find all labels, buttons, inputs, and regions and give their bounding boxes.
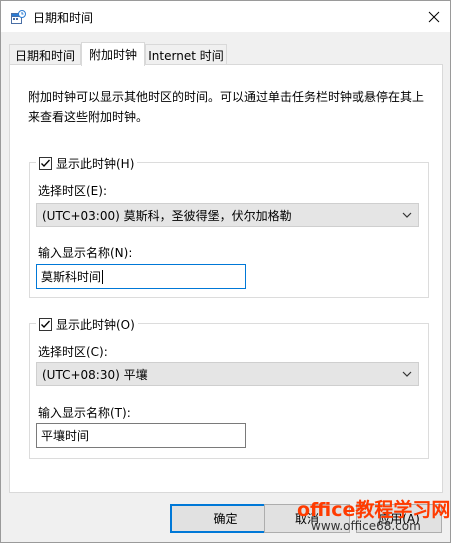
clock1-timezone-select[interactable]: (UTC+03:00) 莫斯科，圣彼得堡，伏尔加格勒	[36, 203, 419, 227]
tab-label: 附加时钟	[88, 48, 137, 62]
description-text: 附加时钟可以显示其他时区的时间。可以通过单击任务栏时钟或悬停在其上来查看这些附加…	[28, 90, 425, 124]
clock-app-icon	[11, 10, 26, 24]
close-icon	[428, 11, 439, 22]
title-bar: 日期和时间	[1, 1, 450, 32]
clock1-name-input[interactable]: 莫斯科时间	[36, 264, 246, 289]
window-title: 日期和时间	[33, 11, 94, 25]
clock2-group: 显示此时钟(O) 选择时区(C): (UTC+08:30) 平壤 输入显示名称(…	[29, 315, 429, 459]
additional-clocks-panel: 附加时钟可以显示其他时区的时间。可以通过单击任务栏时钟或悬停在其上来查看这些附加…	[9, 64, 443, 493]
clock2-timezone-select[interactable]: (UTC+08:30) 平壤	[36, 362, 419, 386]
tab-internet-time[interactable]: Internet 时间	[145, 44, 227, 65]
cancel-button-label: 取消	[294, 512, 319, 526]
clock1-name-label: 输入显示名称(N):	[38, 246, 133, 260]
clock2-show-checkbox[interactable]: 显示此时钟(O)	[36, 315, 138, 333]
close-button[interactable]	[417, 1, 450, 32]
clock2-timezone-label: 选择时区(C):	[38, 345, 108, 359]
date-time-dialog: 日期和时间 日期和时间 附加时钟 Internet 时间 附加时钟可以显示其他时…	[0, 0, 451, 543]
cancel-button[interactable]: 取消	[264, 504, 350, 533]
clock2-name-label: 输入显示名称(T):	[38, 406, 131, 420]
apply-button-label: 应用(A)	[378, 512, 420, 526]
clock2-name-input[interactable]: 平壤时间	[36, 423, 246, 448]
text-cursor	[102, 269, 104, 284]
tab-label: 日期和时间	[14, 48, 75, 63]
clock1-timezone-label: 选择时区(E):	[38, 184, 107, 198]
ok-button-label: 确定	[213, 512, 238, 526]
checkbox-checked-icon	[39, 317, 52, 331]
chevron-down-icon	[402, 212, 412, 218]
clock1-show-label: 显示此时钟(H)	[56, 156, 135, 171]
clock1-show-checkbox[interactable]: 显示此时钟(H)	[36, 154, 138, 172]
tab-label: Internet 时间	[148, 48, 224, 63]
apply-button[interactable]: 应用(A)	[356, 504, 442, 533]
tab-date-time[interactable]: 日期和时间	[9, 44, 81, 65]
tab-additional-clocks[interactable]: 附加时钟	[81, 42, 145, 66]
clock2-name-value: 平壤时间	[41, 429, 90, 443]
chevron-down-icon	[402, 371, 412, 377]
clock1-timezone-value: (UTC+03:00) 莫斯科，圣彼得堡，伏尔加格勒	[42, 208, 292, 223]
clock2-timezone-value: (UTC+08:30) 平壤	[42, 367, 148, 382]
clock1-group: 显示此时钟(H) 选择时区(E): (UTC+03:00) 莫斯科，圣彼得堡，伏…	[29, 154, 429, 298]
clock1-name-value: 莫斯科时间	[41, 270, 102, 284]
clock2-show-label: 显示此时钟(O)	[56, 317, 135, 332]
checkbox-checked-icon	[39, 156, 52, 170]
